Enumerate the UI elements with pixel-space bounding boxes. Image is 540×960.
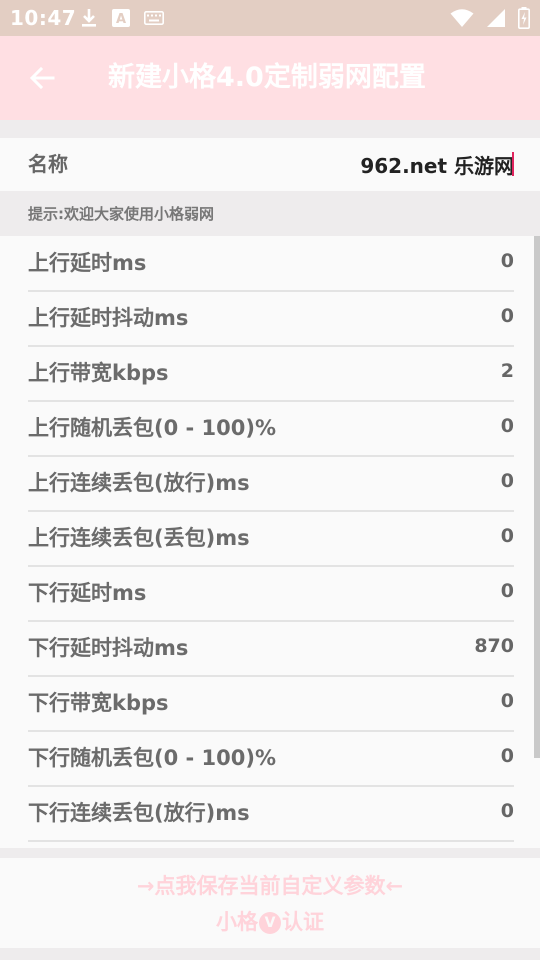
param-row-uplink-burst-drop[interactable]: 上行连续丢包(丢包)ms 0	[28, 511, 514, 567]
param-label: 上行连续丢包(丢包)ms	[28, 526, 250, 550]
param-value[interactable]: 0	[501, 236, 514, 286]
text-cursor	[512, 152, 514, 176]
save-button[interactable]: →点我保存当前自定义参数← 小格 V 认证	[0, 858, 540, 948]
app-bar: 新建小格4.0定制弱网配置	[0, 36, 540, 120]
verified-badge-icon: V	[259, 912, 281, 934]
param-row-downlink-random-loss[interactable]: 下行随机丢包(0 - 100)% 0	[28, 731, 514, 787]
back-button[interactable]	[20, 56, 64, 100]
param-row-downlink-bandwidth[interactable]: 下行带宽kbps 0	[28, 676, 514, 732]
signal-icon	[487, 9, 505, 27]
param-value[interactable]: 0	[501, 786, 514, 836]
name-label: 名称	[28, 152, 68, 176]
download-icon	[82, 9, 96, 27]
param-list[interactable]: 上行延时ms 0 上行延时抖动ms 0 上行带宽kbps 2 上行随机丢包(0 …	[0, 236, 540, 848]
param-label: 下行连续丢包(放行)ms	[28, 801, 250, 825]
param-value[interactable]: 0	[501, 511, 514, 561]
param-label: 下行延时ms	[28, 581, 147, 605]
keyboard-icon	[144, 11, 164, 25]
wifi-icon	[450, 9, 474, 27]
param-row-uplink-bandwidth[interactable]: 上行带宽kbps 2	[28, 346, 514, 402]
scrollbar[interactable]	[534, 236, 540, 758]
param-value[interactable]: 0	[501, 566, 514, 616]
param-label: 下行带宽kbps	[28, 691, 169, 715]
param-label: 下行延时抖动ms	[28, 636, 189, 660]
param-value[interactable]: 0	[501, 456, 514, 506]
param-row-downlink-jitter[interactable]: 下行延时抖动ms 870	[28, 621, 514, 677]
param-value[interactable]: 0	[501, 401, 514, 451]
param-label: 上行随机丢包(0 - 100)%	[28, 416, 277, 440]
status-icons-left: A	[80, 6, 164, 30]
page-title: 新建小格4.0定制弱网配置	[108, 62, 426, 93]
param-row-downlink-burst-pass[interactable]: 下行连续丢包(放行)ms 0	[28, 786, 514, 842]
param-row-uplink-random-loss[interactable]: 上行随机丢包(0 - 100)% 0	[28, 401, 514, 457]
name-row: 名称	[0, 138, 540, 191]
param-label: 上行连续丢包(放行)ms	[28, 471, 250, 495]
param-label: 上行带宽kbps	[28, 361, 169, 385]
name-input[interactable]	[214, 147, 514, 181]
battery-charging-icon	[518, 7, 530, 29]
param-row-downlink-delay[interactable]: 下行延时ms 0	[28, 566, 514, 622]
param-value[interactable]: 2	[501, 346, 514, 396]
param-value[interactable]: 0	[501, 731, 514, 781]
status-icons-right	[450, 6, 530, 30]
param-row-uplink-burst-pass[interactable]: 上行连续丢包(放行)ms 0	[28, 456, 514, 512]
verified-suffix: 认证	[282, 910, 324, 934]
param-row-uplink-delay[interactable]: 上行延时ms 0	[28, 236, 514, 292]
param-label: 上行延时ms	[28, 251, 147, 275]
param-label: 下行随机丢包(0 - 100)%	[28, 746, 277, 770]
status-bar: 10:47 A	[0, 0, 540, 36]
svg-text:A: A	[116, 12, 126, 27]
param-value[interactable]: 870	[474, 621, 514, 671]
verified-prefix: 小格	[216, 910, 258, 934]
param-value[interactable]: 0	[501, 291, 514, 341]
arrow-back-icon	[29, 66, 55, 90]
status-time: 10:47	[10, 6, 77, 30]
param-label: 上行延时抖动ms	[28, 306, 189, 330]
param-row-uplink-jitter[interactable]: 上行延时抖动ms 0	[28, 291, 514, 347]
hint-text: 提示:欢迎大家使用小格弱网	[28, 205, 214, 223]
verified-label: 小格 V 认证	[0, 906, 540, 936]
param-value[interactable]: 0	[501, 676, 514, 726]
save-button-label: →点我保存当前自定义参数←	[136, 874, 404, 898]
font-a-icon: A	[112, 9, 130, 27]
